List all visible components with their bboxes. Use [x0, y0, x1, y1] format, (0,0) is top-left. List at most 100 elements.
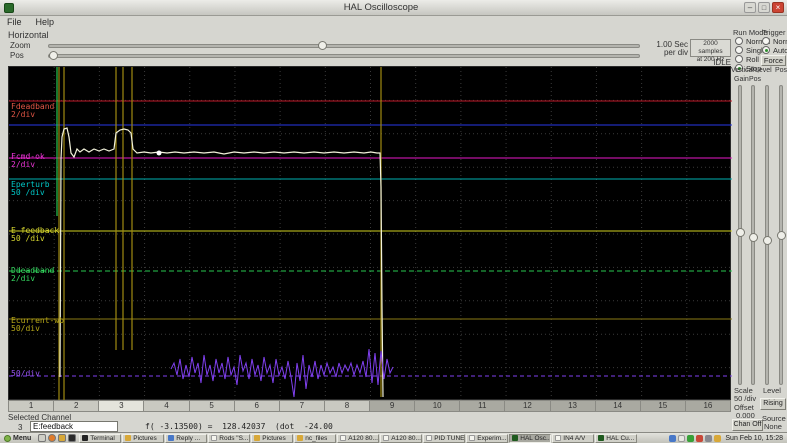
maximize-button[interactable]	[758, 2, 770, 13]
trigger-mode-normal[interactable]: Normal	[762, 37, 787, 46]
chan-off-button[interactable]: Chan Off	[732, 419, 763, 431]
trigger-options: NormalAuto	[762, 37, 787, 55]
trigger-mode-label: Normal	[773, 36, 787, 46]
channel-label-ddeadband: Ddeadband 2/div	[11, 266, 55, 283]
taskbar-window-label: nc_files	[305, 434, 328, 442]
channel-tab-15[interactable]: 15	[640, 400, 686, 412]
minimize-button[interactable]	[744, 2, 756, 13]
channel-tab-5[interactable]: 5	[189, 400, 235, 412]
channel-tab-4[interactable]: 4	[144, 400, 190, 412]
taskbar-window-label: Pictures	[133, 434, 157, 442]
clipboard-icon[interactable]	[678, 434, 686, 442]
vertical-pos-slider-handle[interactable]	[748, 233, 758, 242]
taskbar-window-reply[interactable]: Reply ...	[165, 433, 208, 443]
channel-tab-2[interactable]: 2	[54, 400, 100, 412]
channel-tab-16[interactable]: 16	[685, 400, 731, 412]
radio-icon	[762, 46, 770, 55]
taskbar-window-a120-80[interactable]: A120 80...	[380, 433, 423, 443]
file-icon	[211, 435, 218, 441]
taskbar-window-in4-a-v[interactable]: IN4 A/V	[552, 433, 595, 443]
menu-help[interactable]: Help	[29, 17, 62, 27]
bluetooth-icon[interactable]	[669, 434, 677, 442]
taskbar-window-experim[interactable]: Experim...	[466, 433, 509, 443]
scope-icon	[512, 435, 519, 441]
channel-tab-12[interactable]: 12	[505, 400, 551, 412]
trigger-mode-label: Auto	[773, 45, 787, 55]
terminal-icon[interactable]	[68, 434, 77, 442]
taskbar-window-pictures[interactable]: Pictures	[122, 433, 165, 443]
menu-button[interactable]: Menu	[0, 433, 35, 443]
channel-tab-10[interactable]: 10	[415, 400, 461, 412]
file-icon	[426, 435, 433, 441]
mail-icon	[168, 435, 175, 441]
channel-label-fdeadband: Fdeadband 2/div	[11, 102, 55, 119]
taskbar-window-label: HAL Osc...	[520, 434, 551, 442]
close-button[interactable]	[772, 2, 784, 13]
pos-slider[interactable]	[48, 54, 640, 58]
menu-file[interactable]: File	[0, 17, 29, 27]
channel-tab-13[interactable]: 13	[550, 400, 596, 412]
taskbar-window-terminal[interactable]: Terminal	[79, 433, 122, 443]
channel-label-item: 50/div	[11, 369, 40, 378]
zoom-slider-handle[interactable]	[318, 41, 327, 50]
channel-tab-6[interactable]: 6	[234, 400, 280, 412]
window-title: HAL Oscilloscope	[343, 2, 419, 13]
taskbar-window-label: Rods "S...	[219, 434, 249, 442]
folder-icon[interactable]	[58, 434, 67, 442]
vertical-pos-label: Pos	[749, 76, 762, 83]
scope-traces	[9, 67, 732, 401]
channel-tab-7[interactable]: 7	[279, 400, 325, 412]
volume-icon[interactable]	[705, 434, 713, 442]
show-desktop-icon[interactable]	[38, 434, 47, 442]
trigger-level-slider[interactable]	[765, 85, 769, 385]
pos-slider-handle[interactable]	[49, 51, 58, 60]
taskbar-window-pictures[interactable]: Pictures	[251, 433, 294, 443]
trigger-pos-slider-handle[interactable]	[776, 231, 786, 240]
taskbar-window-hal-osc[interactable]: HAL Osc...	[509, 433, 552, 443]
quick-launch	[38, 434, 77, 442]
taskbar-window-nc-files[interactable]: nc_files	[294, 433, 337, 443]
channel-tab-1[interactable]: 1	[8, 400, 55, 412]
radio-icon	[735, 46, 743, 55]
taskbar-window-label: IN4 A/V	[563, 434, 586, 442]
terminal-icon	[82, 435, 89, 441]
taskbar-window-label: Reply ...	[176, 434, 201, 442]
taskbar-window-pid-tune[interactable]: PID TUNE	[423, 433, 466, 443]
radio-icon	[735, 55, 743, 64]
channel-tab-11[interactable]: 11	[460, 400, 506, 412]
trigger-mode-auto[interactable]: Auto	[762, 46, 787, 55]
gain-slider-handle[interactable]	[735, 228, 745, 237]
taskbar-window-hal-cu[interactable]: HAL Cu...	[595, 433, 638, 443]
trigger-edge-button[interactable]: Rising	[760, 398, 786, 410]
radio-icon	[735, 37, 743, 46]
channel-tab-14[interactable]: 14	[595, 400, 641, 412]
vertical-gain-label: Gain	[734, 76, 749, 83]
taskbar-window-label: Pictures	[262, 434, 286, 442]
menu-logo-icon	[4, 434, 11, 442]
channel-tab-8[interactable]: 8	[324, 400, 370, 412]
clock: Sun Feb 10, 15:28	[725, 434, 783, 442]
taskbar-window-label: Experim...	[477, 434, 507, 442]
channel-tab-3[interactable]: 3	[99, 400, 145, 412]
vertical-section-label: Vertical	[731, 67, 754, 74]
taskbar-window-rods-s[interactable]: Rods "S...	[208, 433, 251, 443]
trigger-label: Trigger	[762, 28, 786, 37]
battery-icon[interactable]	[714, 434, 722, 442]
message-icon[interactable]	[696, 434, 704, 442]
update-icon[interactable]	[687, 434, 695, 442]
trigger-level-readout-label: Level	[763, 386, 781, 395]
channel-source-input[interactable]: E:feedback	[30, 421, 118, 432]
browser-icon[interactable]	[48, 434, 57, 442]
titlebar[interactable]: HAL Oscilloscope	[0, 0, 787, 16]
taskbar-window-a120-80[interactable]: A120 80...	[337, 433, 380, 443]
force-button[interactable]: Force	[761, 55, 786, 66]
samples-value: 2000 samples	[698, 40, 723, 55]
zoom-slider[interactable]	[48, 44, 640, 48]
channel-tab-9[interactable]: 9	[370, 400, 416, 412]
per-div-label: per div	[663, 48, 688, 57]
trigger-pos-label: Pos	[775, 67, 787, 74]
selected-channel-number: 3	[18, 423, 23, 432]
channel-label-eperturb: Eperturb 50 /div	[11, 180, 50, 197]
trigger-level-slider-handle[interactable]	[762, 236, 772, 245]
taskbar-window-label: PID TUNE	[434, 434, 465, 442]
